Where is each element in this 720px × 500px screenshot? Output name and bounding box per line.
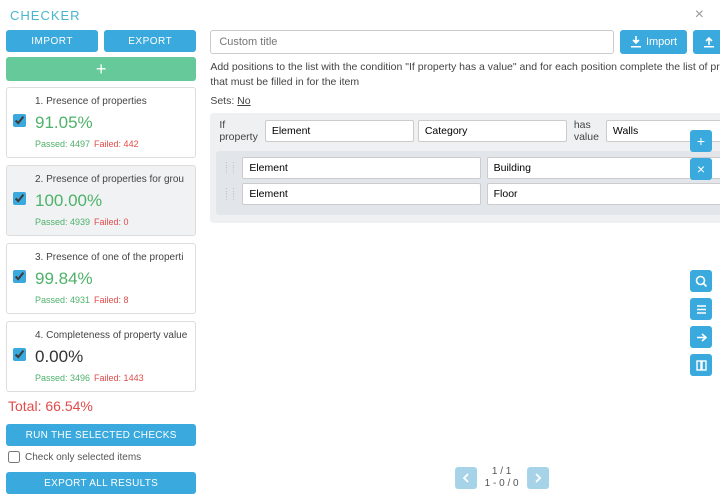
properties-list: ⋮⋮⋮⋮ ⋮⋮⋮⋮ + ×: [216, 151, 720, 215]
import-button[interactable]: IMPORT: [6, 30, 98, 52]
drag-handle-icon[interactable]: ⋮⋮⋮⋮: [222, 189, 236, 199]
remove-condition-button[interactable]: ×: [690, 158, 712, 180]
arrow-right-icon: [695, 331, 708, 344]
row-field-b[interactable]: [487, 183, 720, 205]
property-row: ⋮⋮⋮⋮: [222, 183, 720, 205]
check-percent: 99.84%: [35, 269, 187, 289]
row-field-a[interactable]: [242, 157, 480, 179]
check-item[interactable]: 1. Presence of properties 91.05% Passed:…: [6, 87, 196, 158]
import-label: Import: [646, 36, 677, 48]
content-export-button[interactable]: Export: [693, 30, 720, 54]
check-title: 2. Presence of properties for grou: [35, 174, 187, 185]
sets-label: Sets:: [210, 95, 234, 107]
if-property-label: If property: [216, 119, 261, 143]
check-title: 4. Completeness of property value: [35, 330, 187, 341]
failed-label: Failed: 0: [94, 217, 129, 227]
failed-label: Failed: 1443: [94, 373, 144, 383]
check-item[interactable]: 3. Presence of one of the properti 99.84…: [6, 243, 196, 314]
checks-list: 1. Presence of properties 91.05% Passed:…: [6, 87, 196, 392]
search-tool-button[interactable]: [690, 270, 712, 292]
list-tool-button[interactable]: [690, 298, 712, 320]
search-icon: [695, 275, 708, 288]
content-import-button[interactable]: Import: [620, 30, 687, 54]
prev-page-button[interactable]: [455, 467, 477, 489]
custom-title-input[interactable]: [210, 30, 614, 54]
check-checkbox[interactable]: [13, 114, 26, 127]
content-pane: Import Export Add positions to the list …: [202, 26, 720, 500]
check-checkbox[interactable]: [13, 270, 26, 283]
check-only-toggle[interactable]: Check only selected items: [6, 446, 196, 468]
check-percent: 100.00%: [35, 191, 187, 211]
close-icon[interactable]: ×: [689, 6, 710, 24]
check-checkbox[interactable]: [13, 192, 26, 205]
download-icon: [630, 36, 642, 48]
condition-block: If property has value ⋮⋮⋮⋮ ⋮⋮⋮⋮: [210, 113, 720, 223]
check-only-checkbox[interactable]: [8, 451, 20, 463]
chevron-left-icon: [462, 473, 470, 483]
failed-label: Failed: 442: [94, 139, 139, 149]
goto-tool-button[interactable]: [690, 326, 712, 348]
run-checks-button[interactable]: RUN THE SELECTED CHECKS: [6, 424, 196, 446]
add-condition-button[interactable]: +: [690, 130, 712, 152]
property-row: ⋮⋮⋮⋮: [222, 157, 720, 179]
row-field-b[interactable]: [487, 157, 720, 179]
export-all-button[interactable]: EXPORT ALL RESULTS: [6, 472, 196, 494]
drag-handle-icon[interactable]: ⋮⋮⋮⋮: [222, 163, 236, 173]
x-icon: ×: [697, 161, 705, 177]
list-icon: [695, 303, 708, 316]
check-item[interactable]: 2. Presence of properties for grou 100.0…: [6, 165, 196, 236]
passed-label: Passed: 4939: [35, 217, 90, 227]
app-title: CHECKER: [10, 8, 81, 23]
check-item[interactable]: 4. Completeness of property value 0.00% …: [6, 321, 196, 392]
chevron-right-icon: [534, 473, 542, 483]
export-button[interactable]: EXPORT: [104, 30, 196, 52]
columns-tool-button[interactable]: [690, 354, 712, 376]
total-label: Total: 66.54%: [6, 392, 196, 420]
sets-value[interactable]: No: [237, 95, 250, 107]
passed-label: Passed: 3496: [35, 373, 90, 383]
row-field-a[interactable]: [242, 183, 480, 205]
plus-icon: +: [697, 133, 705, 149]
check-percent: 0.00%: [35, 347, 187, 367]
passed-label: Passed: 4497: [35, 139, 90, 149]
failed-label: Failed: 8: [94, 295, 129, 305]
next-page-button[interactable]: [527, 467, 549, 489]
description-text: Add positions to the list with the condi…: [210, 60, 720, 89]
check-only-label: Check only selected items: [25, 452, 141, 463]
page-indicator: 1 / 1: [485, 466, 519, 478]
property-field-1[interactable]: [265, 120, 414, 142]
check-title: 1. Presence of properties: [35, 96, 187, 107]
passed-label: Passed: 4931: [35, 295, 90, 305]
check-title: 3. Presence of one of the properti: [35, 252, 187, 263]
upload-icon: [703, 36, 715, 48]
check-checkbox[interactable]: [13, 348, 26, 361]
property-field-2[interactable]: [418, 120, 567, 142]
columns-icon: [695, 359, 708, 372]
add-check-button[interactable]: +: [6, 57, 196, 81]
range-indicator: 1 - 0 / 0: [485, 478, 519, 490]
sets-row: Sets: No: [210, 95, 720, 107]
has-value-label: has value: [571, 119, 602, 143]
sidebar: IMPORT EXPORT + 1. Presence of propertie…: [0, 26, 202, 500]
pager: 1 / 1 1 - 0 / 0: [455, 466, 549, 490]
check-percent: 91.05%: [35, 113, 187, 133]
